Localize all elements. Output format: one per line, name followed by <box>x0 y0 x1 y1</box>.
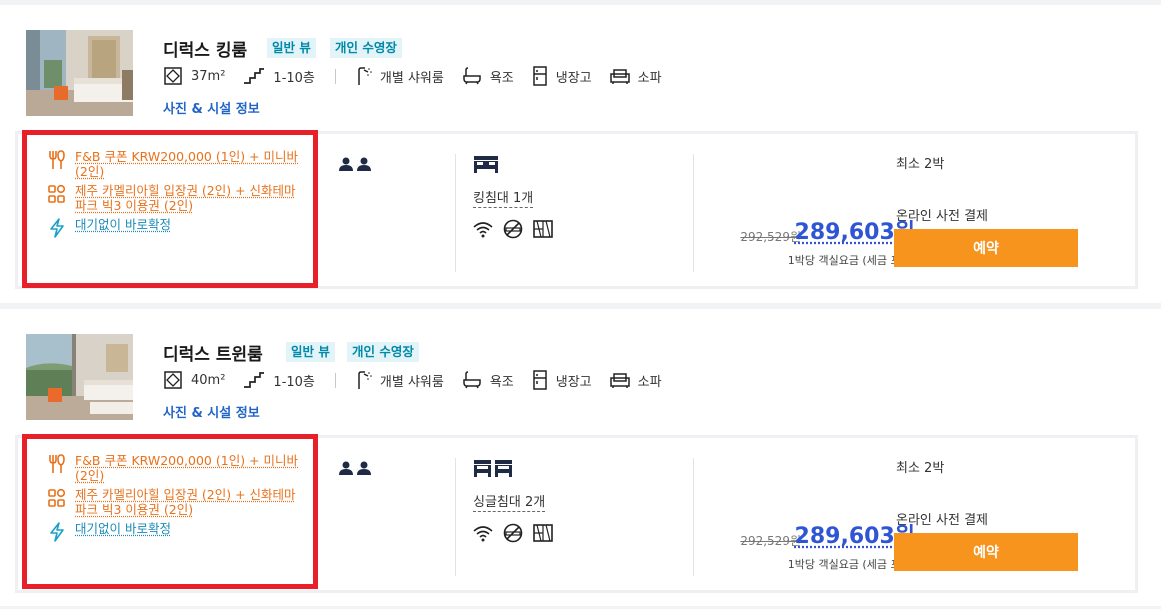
activity-icon <box>48 184 66 203</box>
room-card: 디럭스 트윈룸 일반 뷰 개인 수영장 40m² 1-10층 개별 샤워룸 욕조… <box>0 309 1161 606</box>
benefit-item[interactable]: 제주 카멜리아힐 입장권 (2인) + 신화테마파크 빅3 이용권 (2인) <box>48 183 298 213</box>
window-icon <box>533 220 553 238</box>
room-size: 40m² <box>163 370 225 390</box>
room-amenities: 37m² 1-10층 개별 샤워룸 욕조 냉장고 소파 <box>163 66 680 86</box>
room-title: 디럭스 킹룸 <box>163 41 248 61</box>
min-stay: 최소 2박 <box>896 461 945 476</box>
sofa-icon <box>609 69 630 84</box>
room-photo[interactable] <box>26 334 133 420</box>
divider <box>334 372 336 388</box>
instant-confirm[interactable]: 대기없이 바로확정 <box>48 217 298 238</box>
tag-view: 일반 뷰 <box>267 38 316 58</box>
person-icon <box>339 157 353 171</box>
dining-icon <box>49 454 65 473</box>
divider <box>693 458 694 576</box>
king-bed-icon <box>474 156 498 173</box>
fridge-icon <box>533 370 547 390</box>
price-area: 최소 2박 온라인 사전 결제 292,529원 289,603원 1박당 객실… <box>695 134 1115 286</box>
photos-info-link[interactable]: 사진 & 시설 정보 <box>163 98 260 117</box>
amenity-shower: 개별 샤워룸 <box>356 66 444 86</box>
stairs-icon <box>244 372 265 388</box>
room-size-icon <box>164 67 182 85</box>
shower-icon <box>358 67 372 85</box>
occupancy <box>338 460 372 476</box>
room-photo[interactable] <box>26 30 133 116</box>
room-amenities: 40m² 1-10층 개별 샤워룸 욕조 냉장고 소파 <box>163 370 680 390</box>
lightning-icon <box>50 218 64 238</box>
occupancy <box>338 156 372 172</box>
room-size-icon <box>164 371 182 389</box>
tag-view: 일반 뷰 <box>286 342 335 362</box>
amenity-sofa: 소파 <box>609 371 662 390</box>
amenity-bathtub: 욕조 <box>462 371 514 390</box>
tag-pool: 개인 수영장 <box>347 342 419 362</box>
bathtub-icon <box>463 67 481 85</box>
benefit-list: F&B 쿠폰 KRW200,000 (1인) + 미니바 (2인) 제주 카멜리… <box>48 453 298 546</box>
original-price: 292,529원 <box>740 230 801 244</box>
book-button[interactable]: 예약 <box>894 229 1078 267</box>
activity-icon <box>48 488 66 507</box>
sofa-icon <box>609 373 630 388</box>
facility-icons <box>472 523 562 543</box>
divider <box>693 154 694 272</box>
lightning-icon <box>50 522 64 542</box>
book-button[interactable]: 예약 <box>894 533 1078 571</box>
divider <box>334 68 336 84</box>
room-floors: 1-10층 <box>243 67 315 86</box>
price-area: 최소 2박 온라인 사전 결제 292,529원 289,603원 1박당 객실… <box>695 438 1115 590</box>
amenity-fridge: 냉장고 <box>532 66 592 86</box>
twin-bed-icon <box>474 460 512 477</box>
no-smoking-icon <box>503 219 523 239</box>
divider <box>455 154 456 272</box>
room-size: 37m² <box>163 66 225 86</box>
tag-pool: 개인 수영장 <box>330 38 402 58</box>
person-icon <box>357 157 371 171</box>
bathtub-icon <box>463 371 481 389</box>
room-title: 디럭스 트윈룸 <box>163 345 263 365</box>
amenity-shower: 개별 샤워룸 <box>356 370 444 390</box>
shower-icon <box>358 371 372 389</box>
instant-confirm[interactable]: 대기없이 바로확정 <box>48 521 298 542</box>
person-icon <box>357 461 371 475</box>
rate-plan: F&B 쿠폰 KRW200,000 (1인) + 미니바 (2인) 제주 카멜리… <box>15 131 1138 289</box>
divider <box>455 458 456 576</box>
dining-icon <box>49 150 65 169</box>
benefit-item[interactable]: 제주 카멜리아힐 입장권 (2인) + 신화테마파크 빅3 이용권 (2인) <box>48 487 298 517</box>
no-smoking-icon <box>503 523 523 543</box>
min-stay: 최소 2박 <box>896 157 945 172</box>
fridge-icon <box>533 66 547 86</box>
bed-type[interactable]: 싱글침대 2개 <box>473 491 546 512</box>
wifi-icon <box>473 526 493 542</box>
stairs-icon <box>244 68 265 84</box>
photos-info-link[interactable]: 사진 & 시설 정보 <box>163 402 260 421</box>
bed-type[interactable]: 킹침대 1개 <box>473 187 534 208</box>
benefit-item[interactable]: F&B 쿠폰 KRW200,000 (1인) + 미니바 (2인) <box>48 149 298 179</box>
original-price: 292,529원 <box>740 534 801 548</box>
person-icon <box>339 461 353 475</box>
benefit-item[interactable]: F&B 쿠폰 KRW200,000 (1인) + 미니바 (2인) <box>48 453 298 483</box>
room-card: 디럭스 킹룸 일반 뷰 개인 수영장 37m² 1-10층 개별 샤워룸 욕조 … <box>0 5 1161 303</box>
amenity-fridge: 냉장고 <box>532 370 592 390</box>
wifi-icon <box>473 222 493 238</box>
rate-plan: F&B 쿠폰 KRW200,000 (1인) + 미니바 (2인) 제주 카멜리… <box>15 435 1138 593</box>
window-icon <box>533 524 553 542</box>
room-floors: 1-10층 <box>243 371 315 390</box>
amenity-bathtub: 욕조 <box>462 67 514 86</box>
facility-icons <box>472 219 562 239</box>
amenity-sofa: 소파 <box>609 67 662 86</box>
benefit-list: F&B 쿠폰 KRW200,000 (1인) + 미니바 (2인) 제주 카멜리… <box>48 149 298 242</box>
